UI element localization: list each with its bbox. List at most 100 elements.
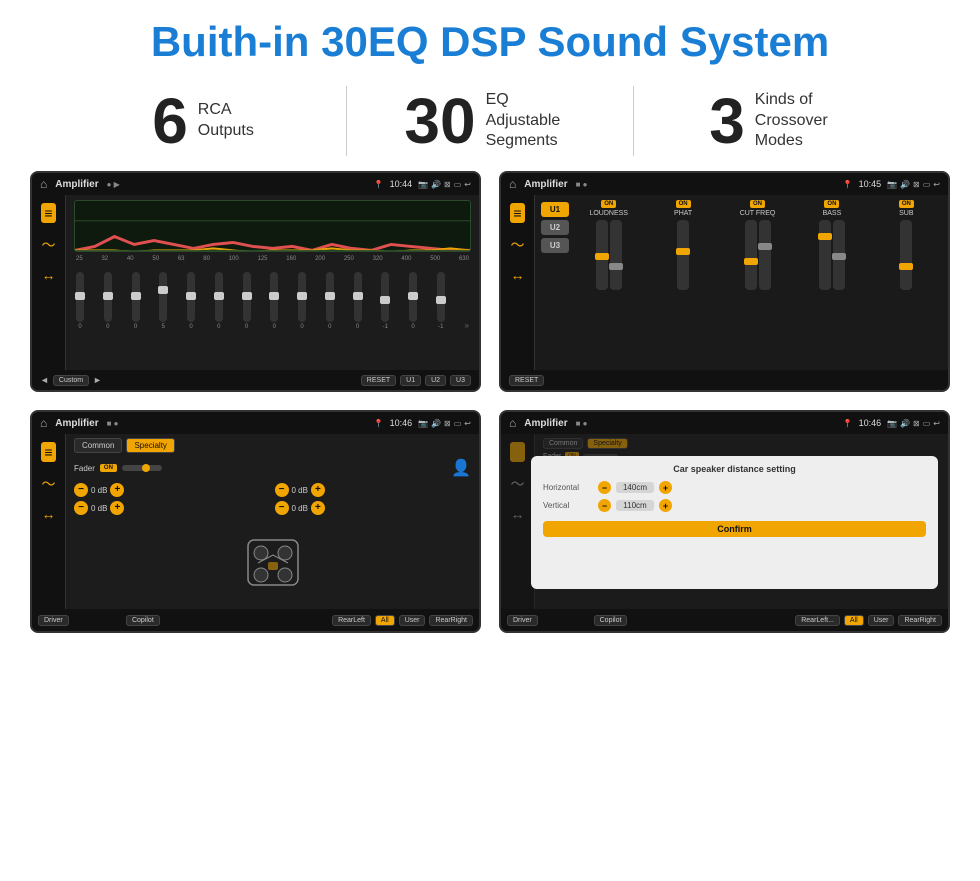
vertical-plus-btn[interactable]: + xyxy=(659,499,672,512)
dsp-u1-btn[interactable]: U1 xyxy=(541,202,569,217)
dots-dialog: ■ ● xyxy=(576,419,588,428)
stat-rca: 6 RCAOutputs xyxy=(60,89,346,153)
dsp-sub-on[interactable]: ON xyxy=(899,200,914,208)
dsp-screen-content: ≡ 〜 ↔ U1 U2 U3 ON LOUDNESS xyxy=(501,195,948,370)
dsp-phat-slider[interactable] xyxy=(677,220,689,290)
screens-grid: ⌂ Amplifier ● ▶ 📍 10:44 📷🔊⊠▭↩ ≡ 〜 ↔ xyxy=(0,171,980,633)
eq-u3-btn[interactable]: U3 xyxy=(450,375,471,386)
status-bar-cross: ⌂ Amplifier ■ ● 📍 10:46 📷🔊⊠▭↩ xyxy=(32,412,479,434)
dsp-phat-col: ON PHAT xyxy=(647,200,718,365)
dsp-bass-slider1[interactable] xyxy=(819,220,831,290)
cross-db-plus-4[interactable]: + xyxy=(311,501,325,515)
dsp-cutfreq-on[interactable]: ON xyxy=(750,200,765,208)
dsp-sidebar: ≡ 〜 ↔ xyxy=(501,195,535,370)
dsp-u-buttons: U1 U2 U3 xyxy=(541,200,569,365)
eq-sidebar-icon-2[interactable]: 〜 xyxy=(42,235,56,255)
cross-db-minus-3[interactable]: − xyxy=(74,501,88,515)
home-icon-dialog[interactable]: ⌂ xyxy=(509,416,516,430)
cross-db-plus-3[interactable]: + xyxy=(110,501,124,515)
dsp-reset-btn[interactable]: RESET xyxy=(509,375,544,386)
dsp-sub-slider[interactable] xyxy=(900,220,912,290)
horizontal-minus-btn[interactable]: − xyxy=(598,481,611,494)
confirm-button[interactable]: Confirm xyxy=(543,521,926,537)
status-icons-dsp: 📷🔊⊠▭↩ xyxy=(887,180,940,189)
dsp-cols: ON LOUDNESS ON xyxy=(573,200,942,365)
dsp-cutfreq-slider1[interactable] xyxy=(745,220,757,290)
dsp-bass-slider2[interactable] xyxy=(833,220,845,290)
cross-copilot-btn[interactable]: Copilot xyxy=(126,615,160,626)
dsp-bass-on[interactable]: ON xyxy=(824,200,839,208)
dsp-sidebar-icon-1[interactable]: ≡ xyxy=(510,203,524,223)
cross-car-visual xyxy=(74,520,471,605)
vertical-minus-btn[interactable]: − xyxy=(598,499,611,512)
stat-number-eq: 30 xyxy=(404,89,475,153)
app-title-dsp: Amplifier xyxy=(524,179,567,190)
eq-u2-btn[interactable]: U2 xyxy=(425,375,446,386)
cross-db-controls: − 0 dB + − 0 dB + − 0 dB + xyxy=(74,483,471,515)
eq-sidebar-icon-1[interactable]: ≡ xyxy=(41,203,55,223)
cross-all-btn[interactable]: All xyxy=(375,615,395,626)
eq-next-btn[interactable]: ► xyxy=(93,375,102,385)
dialog-sidebar: ≡ 〜 ↔ xyxy=(501,434,535,609)
cross-db-minus-4[interactable]: − xyxy=(275,501,289,515)
cross-db-plus-2[interactable]: + xyxy=(311,483,325,497)
status-bar-eq: ⌂ Amplifier ● ▶ 📍 10:44 📷🔊⊠▭↩ xyxy=(32,173,479,195)
dialog-all-btn[interactable]: All xyxy=(844,615,864,626)
home-icon-eq[interactable]: ⌂ xyxy=(40,177,47,191)
dialog-rearright-btn[interactable]: RearRight xyxy=(898,615,942,626)
dialog-rearleft-btn[interactable]: RearLeft... xyxy=(795,615,840,626)
dsp-sub-col: ON SUB xyxy=(871,200,942,365)
screen-cross: ⌂ Amplifier ■ ● 📍 10:46 📷🔊⊠▭↩ ≡ 〜 ↔ Comm… xyxy=(30,410,481,633)
dialog-user-btn[interactable]: User xyxy=(868,615,895,626)
cross-sidebar-icon-2[interactable]: 〜 xyxy=(42,474,56,494)
dialog-copilot-btn[interactable]: Copilot xyxy=(594,615,628,626)
dsp-cutfreq-label: CUT FREQ xyxy=(740,210,776,217)
cross-main-content: Common Specialty Fader ON 👤 − 0 dB xyxy=(66,434,479,609)
cross-tab-specialty[interactable]: Specialty xyxy=(126,438,174,453)
app-title-dialog: Amplifier xyxy=(524,418,567,429)
dialog-driver-btn[interactable]: Driver xyxy=(507,615,538,626)
cross-db-row-4: − 0 dB + xyxy=(275,501,472,515)
cross-rearleft-btn[interactable]: RearLeft xyxy=(332,615,371,626)
cross-driver-btn[interactable]: Driver xyxy=(38,615,69,626)
time-dsp: 10:45 xyxy=(859,179,882,189)
app-title-cross: Amplifier xyxy=(55,418,98,429)
cross-fader-on[interactable]: ON xyxy=(100,464,117,472)
dsp-sidebar-icon-3[interactable]: ↔ xyxy=(511,267,525,283)
cross-db-minus-2[interactable]: − xyxy=(275,483,289,497)
status-icons-dialog: 📷🔊⊠▭↩ xyxy=(887,419,940,428)
cross-rearright-btn[interactable]: RearRight xyxy=(429,615,473,626)
dsp-u3-btn[interactable]: U3 xyxy=(541,238,569,253)
eq-u1-btn[interactable]: U1 xyxy=(400,375,421,386)
dsp-loudness-slider[interactable] xyxy=(596,220,608,290)
eq-reset-btn[interactable]: RESET xyxy=(361,375,396,386)
screen-dsp: ⌂ Amplifier ■ ● 📍 10:45 📷🔊⊠▭↩ ≡ 〜 ↔ U1 U… xyxy=(499,171,950,392)
cross-fader-slider[interactable] xyxy=(122,465,162,471)
stats-row: 6 RCAOutputs 30 EQ AdjustableSegments 3 … xyxy=(0,76,980,171)
dsp-loudness-on[interactable]: ON xyxy=(601,200,616,208)
home-icon-cross[interactable]: ⌂ xyxy=(40,416,47,430)
eq-sidebar-icon-3[interactable]: ↔ xyxy=(42,267,56,283)
stat-crossover: 3 Kinds ofCrossover Modes xyxy=(634,89,920,153)
dsp-loudness-slider2[interactable] xyxy=(610,220,622,290)
cross-db-val-4: 0 dB xyxy=(292,504,308,513)
dsp-u2-btn[interactable]: U2 xyxy=(541,220,569,235)
home-icon-dsp[interactable]: ⌂ xyxy=(509,177,516,191)
location-icon-dsp: 📍 xyxy=(843,180,853,189)
cross-sidebar-icon-3[interactable]: ↔ xyxy=(42,506,56,522)
cross-db-minus-1[interactable]: − xyxy=(74,483,88,497)
dots-cross: ■ ● xyxy=(107,419,119,428)
eq-custom-btn[interactable]: Custom xyxy=(53,375,89,386)
horizontal-plus-btn[interactable]: + xyxy=(659,481,672,494)
dsp-phat-on[interactable]: ON xyxy=(676,200,691,208)
dsp-cutfreq-slider2[interactable] xyxy=(759,220,771,290)
cross-db-val-1: 0 dB xyxy=(91,486,107,495)
car-speaker-dialog: Car speaker distance setting Horizontal … xyxy=(531,456,938,589)
eq-prev-btn[interactable]: ◄ xyxy=(40,375,49,385)
cross-db-plus-1[interactable]: + xyxy=(110,483,124,497)
cross-sidebar: ≡ 〜 ↔ xyxy=(32,434,66,609)
cross-tab-common[interactable]: Common xyxy=(74,438,122,453)
cross-user-btn[interactable]: User xyxy=(399,615,426,626)
cross-sidebar-icon-1[interactable]: ≡ xyxy=(41,442,55,462)
dsp-sidebar-icon-2[interactable]: 〜 xyxy=(511,235,525,255)
